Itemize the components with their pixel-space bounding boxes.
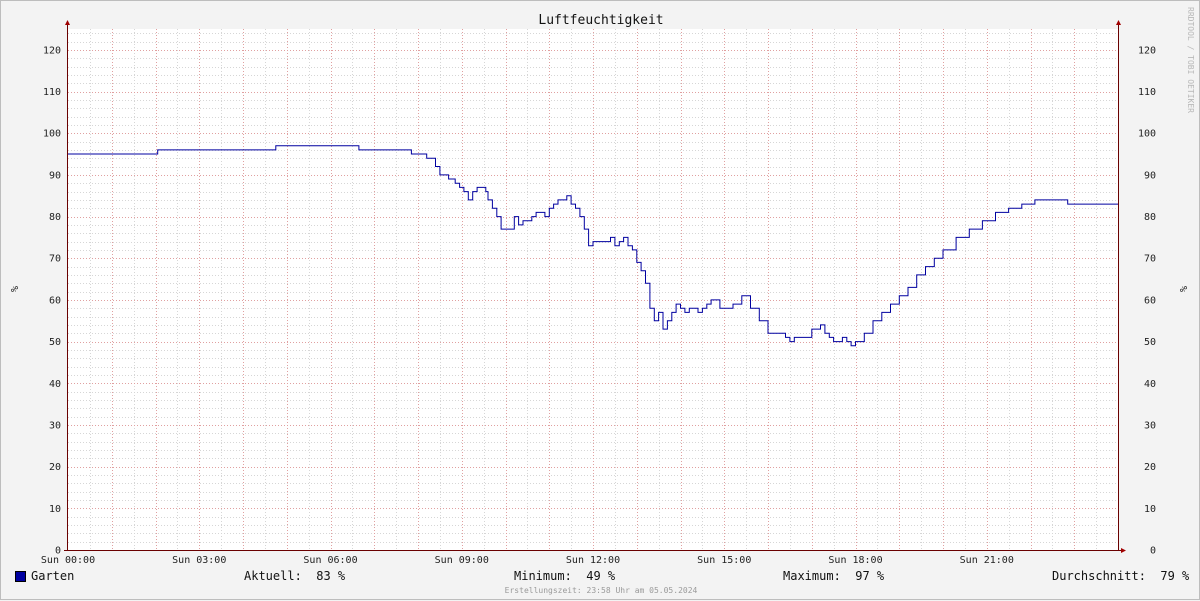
y-tick-label: 0 <box>1150 546 1156 557</box>
y-tick-label: 10 <box>49 504 61 515</box>
watermark: RRDTOOL / TOBI OETIKER <box>1186 7 1195 113</box>
y-tick-label: 60 <box>49 295 61 306</box>
y-axis-arrow-left <box>65 20 70 25</box>
rrd-graph-window: 0 10 20 30 40 50 60 70 80 90 100 110 120 0 10 20 30 40 50… <box>0 0 1200 600</box>
x-axis-arrow <box>1121 548 1126 553</box>
creation-time-footer: Erstellungszeit: 23:58 Uhr am 05.05.2024 <box>504 586 698 595</box>
legend-max-label: Maximum: <box>783 569 841 583</box>
y-tick-label: 60 <box>1144 295 1156 306</box>
y-tick-label: 70 <box>49 254 61 265</box>
y-tick-label: 100 <box>1138 129 1156 140</box>
y-tick-label: 30 <box>1144 420 1156 431</box>
legend-avg-value: 79 % <box>1160 569 1190 583</box>
y-tick-label: 20 <box>1144 462 1156 473</box>
legend-avg-label: Durchschnitt: <box>1052 569 1146 583</box>
x-tick-labels: Sun 00:00 Sun 03:00 Sun 06:00 Sun 09:00 Sun … <box>41 555 1014 566</box>
x-tick-label: Sun 12:00 <box>566 555 620 566</box>
y-tick-label: 120 <box>43 45 61 56</box>
y-tick-label: 30 <box>49 420 61 431</box>
legend-average: Durchschnitt: 79 % <box>1052 569 1189 583</box>
x-tick-label: Sun 15:00 <box>697 555 751 566</box>
legend-maximum: Maximum: 97 % <box>783 569 884 583</box>
x-tick-label: Sun 09:00 <box>435 555 489 566</box>
legend-current: Aktuell: 83 % <box>244 569 345 583</box>
legend-minimum: Minimum: 49 % <box>514 569 615 583</box>
legend-min-label: Minimum: <box>514 569 572 583</box>
y-axis-label-left: % <box>8 286 19 292</box>
y-tick-label: 90 <box>49 170 61 181</box>
y-tick-label: 90 <box>1144 170 1156 181</box>
legend-min-value: 49 % <box>586 569 616 583</box>
y-tick-label: 20 <box>49 462 61 473</box>
y-tick-label: 10 <box>1144 504 1156 515</box>
x-tick-label: Sun 03:00 <box>172 555 226 566</box>
y-tick-label: 110 <box>1138 87 1156 98</box>
y-tick-label: 70 <box>1144 254 1156 265</box>
y-axis-arrow-right <box>1116 20 1121 25</box>
legend-series-name: Garten <box>31 569 75 583</box>
y-axis-label-right: % <box>1177 286 1188 292</box>
x-tick-label: Sun 18:00 <box>828 555 882 566</box>
chart-title: Luftfeuchtigkeit <box>538 13 663 28</box>
x-tick-label: Sun 06:00 <box>303 555 357 566</box>
humidity-chart: 0 10 20 30 40 50 60 70 80 90 100 110 120 0 10 20 30 40 50… <box>8 13 1188 566</box>
y-tick-label: 110 <box>43 87 61 98</box>
y-tick-label: 50 <box>49 337 61 348</box>
y-tick-label: 100 <box>43 129 61 140</box>
y-tick-label: 50 <box>1144 337 1156 348</box>
y-tick-labels-left: 0102030405060708090100110120 <box>43 45 61 556</box>
y-tick-label: 40 <box>1144 379 1156 390</box>
y-tick-label: 80 <box>1144 212 1156 223</box>
legend-current-value: 83 % <box>316 569 346 583</box>
y-tick-labels-right: 0 10 20 30 40 50 60 70 80 90 100 110 120 <box>1138 45 1156 556</box>
y-tick-label: 80 <box>49 212 61 223</box>
y-tick-label: 120 <box>1138 45 1156 56</box>
y-tick-label: 40 <box>49 379 61 390</box>
x-tick-label: Sun 21:00 <box>960 555 1014 566</box>
x-tick-label: Sun 00:00 <box>41 555 95 566</box>
legend-color-swatch <box>15 571 26 582</box>
legend-max-value: 97 % <box>855 569 885 583</box>
legend-current-label: Aktuell: <box>244 569 302 583</box>
